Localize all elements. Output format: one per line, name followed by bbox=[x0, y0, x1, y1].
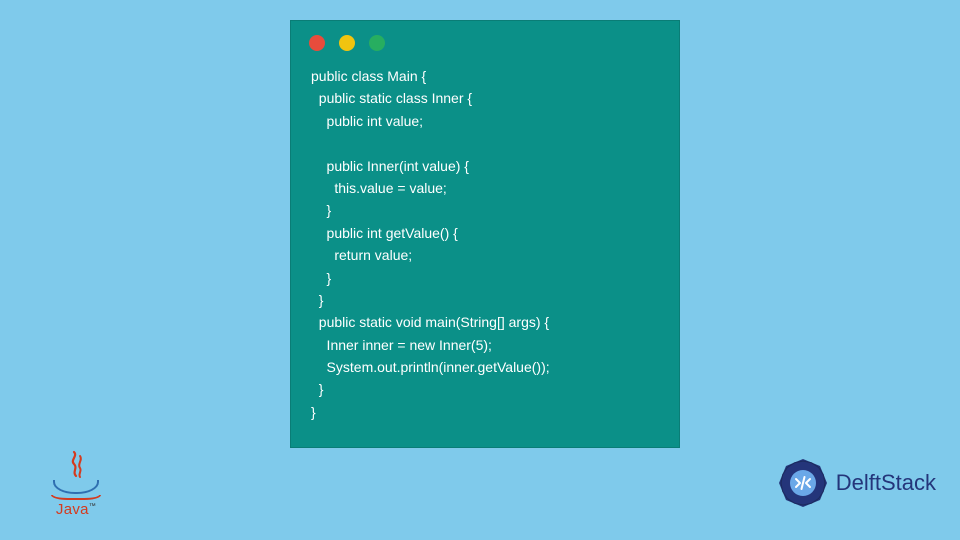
delft-stack: Stack bbox=[881, 470, 936, 495]
code-block: public class Main { public static class … bbox=[291, 61, 679, 431]
delftstack-logo: DelftStack bbox=[776, 456, 936, 510]
delft-name: Delft bbox=[836, 470, 881, 495]
java-trademark: ™ bbox=[89, 503, 96, 510]
delftstack-text: DelftStack bbox=[836, 470, 936, 496]
close-dot-icon bbox=[309, 35, 325, 51]
delftstack-badge-icon bbox=[776, 456, 830, 510]
minimize-dot-icon bbox=[339, 35, 355, 51]
java-cup-icon bbox=[53, 480, 99, 494]
java-text: Java bbox=[56, 501, 89, 518]
maximize-dot-icon bbox=[369, 35, 385, 51]
window-traffic-lights bbox=[291, 21, 679, 61]
java-steam-icon bbox=[62, 450, 90, 480]
code-window: public class Main { public static class … bbox=[290, 20, 680, 448]
java-logo: Java™ bbox=[48, 444, 104, 518]
java-saucer-icon bbox=[51, 495, 101, 500]
java-label: Java™ bbox=[56, 501, 96, 518]
